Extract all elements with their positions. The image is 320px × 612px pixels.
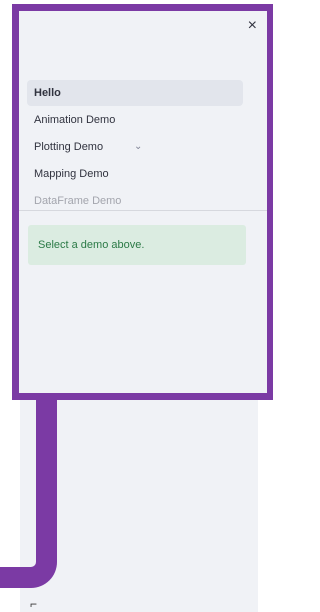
cursor-mark-icon: ⌐	[30, 597, 38, 611]
screenshot-stage: ⌐ × Hello Animation Demo Plotting Demo M…	[0, 0, 273, 612]
chevron-down-icon[interactable]: ⌄	[134, 141, 142, 152]
info-message: Select a demo above.	[28, 225, 246, 265]
background-strip	[258, 400, 273, 612]
sidebar-item-mapping-demo[interactable]: Mapping Demo	[27, 161, 243, 187]
highlight-connector	[0, 384, 57, 588]
sidebar-divider	[19, 210, 267, 211]
close-icon[interactable]: ×	[248, 18, 257, 34]
sidebar-item-animation-demo[interactable]: Animation Demo	[27, 107, 243, 133]
sidebar-item-hello[interactable]: Hello	[27, 80, 243, 106]
sidebar-frame: × Hello Animation Demo Plotting Demo Map…	[12, 4, 273, 400]
